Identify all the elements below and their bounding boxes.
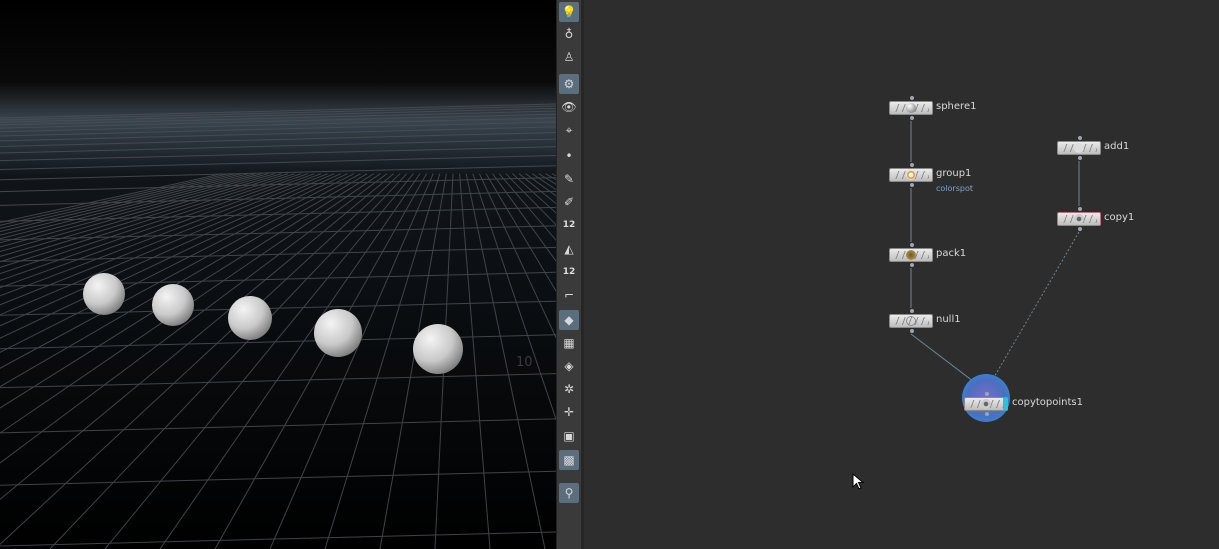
- point-numbers-icon: 12: [562, 220, 576, 230]
- node-label: group1: [936, 168, 972, 179]
- null-icon: [906, 316, 916, 326]
- network-editor[interactable]: sphere1 group1 colorspot pack1 null1 add1 copy…: [584, 0, 1219, 549]
- point-icon: •: [565, 149, 573, 163]
- node-input-connector[interactable]: [910, 163, 914, 167]
- display-options-tool-button[interactable]: ⚙: [559, 74, 579, 94]
- network-wires: [910, 121, 1080, 392]
- camera-pin-tool-button[interactable]: ♙: [559, 47, 579, 67]
- wire-copy1-copytopoints1[interactable]: [985, 231, 1080, 392]
- point-numbers-tool-button[interactable]: 12: [559, 215, 579, 235]
- node-output-connector[interactable]: [910, 263, 914, 267]
- visibility-icon: 👁: [561, 100, 577, 114]
- primitive-numbers-icon: 12: [562, 267, 576, 277]
- node-copytopoints1[interactable]: [964, 392, 1008, 416]
- visibility-tool-button[interactable]: 👁: [559, 97, 579, 117]
- sphere-icon: [906, 103, 916, 113]
- camera-view-icon: ⌖: [565, 122, 573, 137]
- uv-tool-button[interactable]: ✲: [559, 379, 579, 399]
- sphere-instance: [413, 324, 463, 374]
- node-input-connector[interactable]: [985, 392, 989, 396]
- pack-icon: [906, 250, 916, 260]
- stop-icon: ▣: [563, 429, 575, 443]
- node-input-connector[interactable]: [1078, 136, 1082, 140]
- node-input-connector[interactable]: [910, 243, 914, 247]
- node-comment: colorspot: [936, 184, 973, 193]
- primitive-numbers-tool-button[interactable]: 12: [559, 262, 579, 282]
- pencil-tool-button[interactable]: ✐: [559, 192, 579, 212]
- node-label: sphere1: [936, 101, 977, 112]
- node-output-connector[interactable]: [910, 183, 914, 187]
- node-output-connector[interactable]: [985, 412, 989, 416]
- node-label: copytopoints1: [1012, 397, 1083, 408]
- light-tool-button[interactable]: ♁: [559, 24, 579, 44]
- point-tool-button[interactable]: •: [559, 146, 579, 166]
- node-input-connector[interactable]: [910, 309, 914, 313]
- viewport-canvas: 10: [0, 0, 556, 549]
- lightbulb-tool-button[interactable]: 💡: [559, 2, 579, 22]
- stop-tool-button[interactable]: ▣: [559, 426, 579, 446]
- node-output-connector[interactable]: [910, 116, 914, 120]
- grid-label: 10: [516, 355, 533, 370]
- camera-pin-icon: ♙: [563, 50, 575, 64]
- node-input-connector[interactable]: [1078, 207, 1082, 211]
- edge-tool-button[interactable]: ⌐: [559, 285, 579, 305]
- checker-icon: ▦: [563, 336, 575, 350]
- node-output-connector[interactable]: [1078, 227, 1082, 231]
- lightbulb-icon: 💡: [561, 5, 577, 19]
- node-copy1[interactable]: [1057, 207, 1101, 231]
- add-icon: [1074, 143, 1084, 153]
- origin-tool-button[interactable]: ✛: [559, 402, 579, 422]
- pin-tool-button[interactable]: ⚲: [559, 483, 579, 503]
- paint-bucket-tool-button[interactable]: ◭: [559, 239, 579, 259]
- node-null1[interactable]: [889, 309, 933, 333]
- node-add1[interactable]: [1057, 136, 1101, 160]
- copytopoints-icon: [981, 399, 991, 409]
- node-sphere1[interactable]: [889, 96, 933, 120]
- brush-tool-button[interactable]: ✎: [559, 169, 579, 189]
- node-output-connector[interactable]: [910, 329, 914, 333]
- node-label: null1: [936, 314, 961, 325]
- sphere-instance: [314, 309, 362, 357]
- sphere-instance: [152, 284, 194, 326]
- camera-view-tool-button[interactable]: ⌖: [559, 120, 579, 140]
- node-label: add1: [1104, 141, 1130, 152]
- node-output-connector[interactable]: [1078, 156, 1082, 160]
- display-options-icon: ⚙: [563, 77, 575, 91]
- shaded-icon: ◆: [564, 313, 574, 327]
- group-icon: [906, 170, 916, 180]
- background-image-icon: ▩: [563, 453, 575, 467]
- origin-icon: ✛: [563, 405, 575, 419]
- node-label: pack1: [936, 248, 967, 259]
- flat-shade-tool-button[interactable]: ◈: [559, 356, 579, 376]
- copy-icon: [1074, 214, 1084, 224]
- brush-icon: ✎: [563, 172, 575, 186]
- paint-bucket-icon: ◭: [564, 242, 574, 256]
- mouse-cursor-icon: [852, 473, 864, 490]
- flat-shade-icon: ◈: [564, 359, 574, 373]
- light-icon: ♁: [564, 27, 574, 41]
- node-group1[interactable]: [889, 163, 933, 187]
- checker-tool-button[interactable]: ▦: [559, 333, 579, 353]
- scene-viewport[interactable]: 10: [0, 0, 556, 549]
- pin-icon: ⚲: [564, 486, 574, 500]
- node-input-connector[interactable]: [910, 96, 914, 100]
- shaded-tool-button[interactable]: ◆: [559, 310, 579, 330]
- edge-icon: ⌐: [563, 288, 575, 302]
- viewport-display-toolbar: 💡 ♁ ♙ ⚙ 👁 ⌖ • ✎ ✐ 12 ◭ 12 ⌐ ◆ ▦ ◈ ✲ ✛ ▣ ▩ ⚲: [556, 0, 582, 549]
- uv-icon: ✲: [563, 382, 575, 396]
- sphere-instance: [228, 296, 272, 340]
- pencil-icon: ✐: [563, 195, 575, 209]
- background-image-tool-button[interactable]: ▩: [559, 450, 579, 470]
- node-pack1[interactable]: [889, 243, 933, 267]
- node-label: copy1: [1104, 212, 1135, 223]
- sphere-instance: [83, 273, 125, 315]
